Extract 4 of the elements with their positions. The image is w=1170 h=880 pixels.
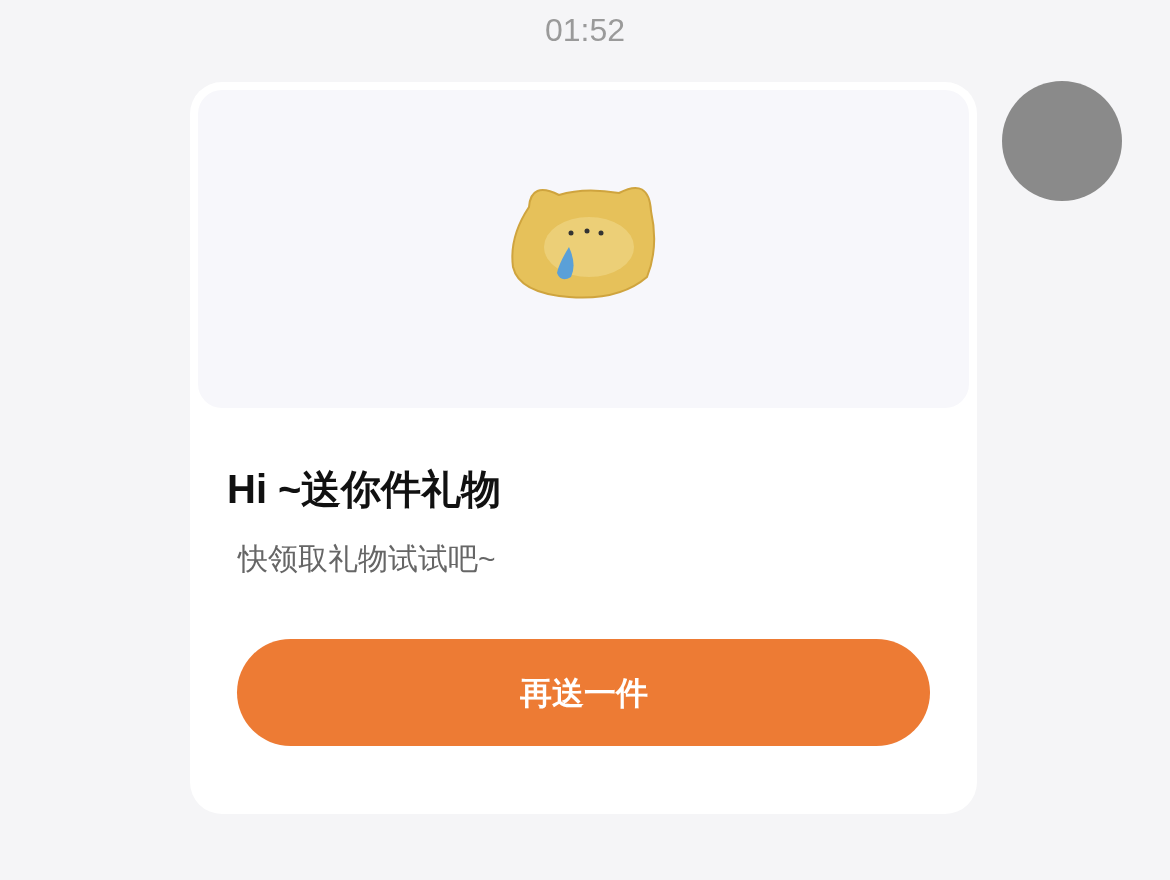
message-subtitle: 快领取礼物试试吧~ bbox=[238, 541, 497, 577]
send-again-button[interactable]: 再送一件 bbox=[237, 639, 930, 746]
message-title: Hi ~送你件礼物 bbox=[227, 466, 503, 513]
message-time: 01:52 bbox=[544, 11, 626, 50]
